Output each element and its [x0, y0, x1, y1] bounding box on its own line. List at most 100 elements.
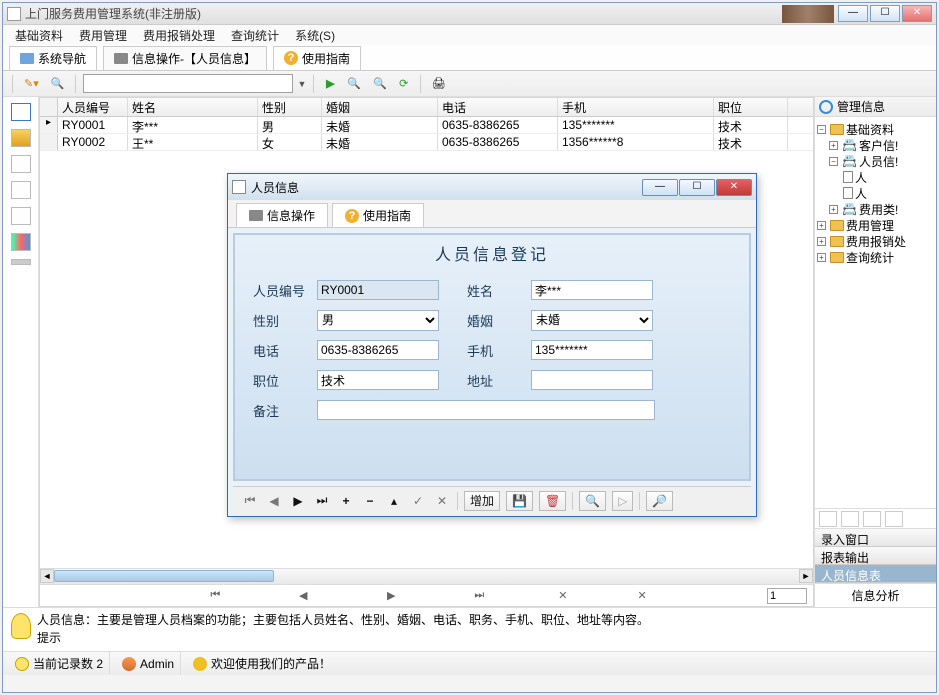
tree-person-sub1[interactable]: 人 [817, 169, 934, 185]
save-icon-button[interactable]: 💾 [506, 491, 533, 511]
tree-base[interactable]: −基础资料 [817, 121, 934, 137]
col-position[interactable]: 职位 [714, 98, 788, 116]
menu-reimb[interactable]: 费用报销处理 [135, 25, 223, 46]
play-icon-button[interactable]: ▷ [612, 491, 633, 511]
side-icon-1[interactable] [11, 103, 31, 121]
search-icon-button[interactable]: 🔍 [579, 491, 606, 511]
col-id[interactable]: 人员编号 [58, 98, 128, 116]
zoom-in-button[interactable]: 🔍 [343, 75, 365, 93]
delete-icon-button[interactable]: 🗑 [539, 491, 566, 511]
rec-ok[interactable]: ✓ [409, 491, 427, 511]
table-row[interactable]: ▸ RY0001 李*** 男 未婚 0635-8386265 135*****… [40, 117, 813, 134]
input-position[interactable] [317, 370, 439, 390]
tree-query[interactable]: +查询统计 [817, 249, 934, 265]
nav-prev[interactable]: ◀ [265, 491, 283, 511]
maximize-button[interactable]: ☐ [870, 5, 900, 22]
col-tel[interactable]: 电话 [438, 98, 558, 116]
person-dialog: 人员信息 — ☐ ✕ 信息操作 ? 使用指南 人员信息登记 人员编号 [227, 173, 757, 517]
refresh-button[interactable]: ⟳ [395, 75, 413, 93]
btn-report-output[interactable]: 报表输出 [815, 547, 936, 565]
input-tel[interactable] [317, 340, 439, 360]
tab-guide[interactable]: ? 使用指南 [273, 46, 361, 70]
print-button[interactable]: 🖨 [428, 75, 450, 93]
rec-del[interactable]: − [361, 491, 379, 511]
btn-person-table[interactable]: 人员信息表 [815, 565, 936, 583]
side-icon-3[interactable] [11, 155, 31, 173]
tree-person-sub2[interactable]: 人 [817, 185, 934, 201]
menu-base[interactable]: 基础资料 [7, 25, 71, 46]
col-sex[interactable]: 性别 [258, 98, 322, 116]
input-name[interactable] [531, 280, 653, 300]
rt-btn-3[interactable] [863, 511, 881, 527]
tree-person[interactable]: −📇人员信! [817, 153, 934, 169]
input-id[interactable] [317, 280, 439, 300]
select-marriage[interactable]: 未婚 [531, 310, 653, 331]
nav-last[interactable]: ⏭ [313, 491, 331, 511]
scroll-right-icon[interactable]: ► [799, 569, 813, 583]
select-sex[interactable]: 男 [317, 310, 439, 331]
col-marriage[interactable]: 婚姻 [322, 98, 438, 116]
tab-nav[interactable]: 系统导航 [9, 46, 97, 70]
dialog-tab-guide[interactable]: ? 使用指南 [332, 203, 424, 227]
dialog-maximize[interactable]: ☐ [679, 179, 715, 196]
cell-pos: 技术 [714, 117, 788, 133]
folder-icon [830, 124, 844, 135]
pager-last[interactable]: ⏭ [470, 587, 488, 605]
tree-feetype[interactable]: +📇费用类! [817, 201, 934, 217]
label-tel: 电话 [253, 341, 317, 360]
scroll-thumb[interactable] [54, 570, 274, 582]
minimize-button[interactable]: — [838, 5, 868, 22]
preview-icon-button[interactable]: 🔎 [646, 491, 673, 511]
menu-query[interactable]: 查询统计 [223, 25, 287, 46]
pager-prev[interactable]: ◀ [294, 587, 312, 605]
side-icon-5[interactable] [11, 207, 31, 225]
add-button[interactable]: 增加 [464, 491, 500, 511]
run-button[interactable]: ▶ [321, 75, 339, 93]
table-row[interactable]: RY0002 王** 女 未婚 0635-8386265 1356******8… [40, 134, 813, 151]
dialog-toolbar: ⏮ ◀ ▶ ⏭ + − ▴ ✓ ✕ 增加 💾 🗑 🔍 ▷ 🔎 [233, 486, 751, 514]
rt-btn-4[interactable] [885, 511, 903, 527]
search-tool-button[interactable]: 🔍 [47, 75, 69, 93]
bulb-icon [11, 613, 31, 639]
tree-feemgr[interactable]: +费用管理 [817, 217, 934, 233]
side-icon-7[interactable] [11, 259, 31, 265]
scroll-left-icon[interactable]: ◄ [40, 569, 54, 583]
right-footer[interactable]: 信息分析 [815, 583, 936, 607]
side-icon-2[interactable] [11, 129, 31, 147]
tree-customer[interactable]: +📇客户信! [817, 137, 934, 153]
side-icon-4[interactable] [11, 181, 31, 199]
tree-feerpt[interactable]: +费用报销处 [817, 233, 934, 249]
dialog-tab-op[interactable]: 信息操作 [236, 203, 328, 227]
toolbar: ✎▾ 🔍 ▼ ▶ 🔍 🔍 ⟳ 🖨 [3, 71, 936, 97]
rec-add[interactable]: + [337, 491, 355, 511]
nav-next[interactable]: ▶ [289, 491, 307, 511]
rt-btn-2[interactable] [841, 511, 859, 527]
close-button[interactable]: ✕ [902, 5, 932, 22]
dialog-minimize[interactable]: — [642, 179, 678, 196]
col-name[interactable]: 姓名 [128, 98, 258, 116]
input-mobile[interactable] [531, 340, 653, 360]
rt-btn-1[interactable] [819, 511, 837, 527]
tab-nav-label: 系统导航 [38, 50, 86, 67]
btn-input-window[interactable]: 录入窗口 [815, 529, 936, 547]
zoom-out-button[interactable]: 🔍 [369, 75, 391, 93]
pager-first[interactable]: ⏮ [206, 587, 224, 605]
input-note[interactable] [317, 400, 655, 420]
grid-hscroll[interactable]: ◄ ► [40, 568, 813, 584]
input-address[interactable] [531, 370, 653, 390]
rec-cancel[interactable]: ✕ [433, 491, 451, 511]
edit-button[interactable]: ✎▾ [20, 75, 43, 93]
filter-combo[interactable] [83, 74, 293, 93]
label-mob: 手机 [467, 341, 531, 360]
side-icon-chart[interactable] [11, 233, 31, 251]
rec-edit[interactable]: ▴ [385, 491, 403, 511]
menu-fee[interactable]: 费用管理 [71, 25, 135, 46]
col-mobile[interactable]: 手机 [558, 98, 714, 116]
nav-first[interactable]: ⏮ [241, 491, 259, 511]
menu-system[interactable]: 系统(S) [287, 25, 343, 46]
cell-id: RY0002 [58, 134, 128, 150]
dialog-close[interactable]: ✕ [716, 179, 752, 196]
page-input[interactable] [767, 588, 807, 604]
tab-info[interactable]: 信息操作-【人员信息】 [103, 46, 267, 70]
pager-next[interactable]: ▶ [382, 587, 400, 605]
